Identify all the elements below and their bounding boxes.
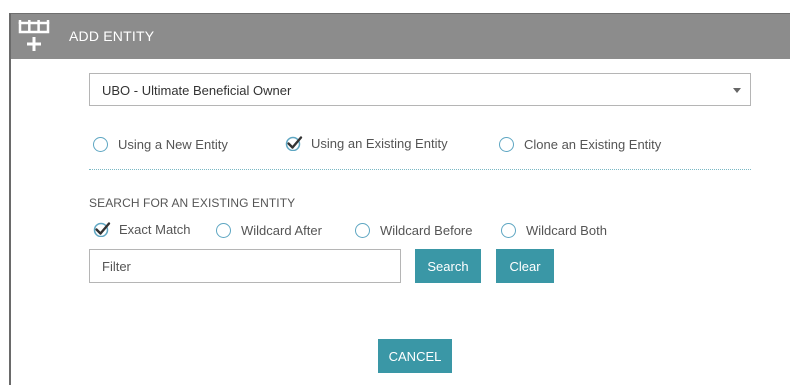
radio-wildcard-after[interactable]: Wildcard After	[216, 223, 322, 238]
radio-label: Wildcard Both	[526, 223, 607, 238]
radio-unchecked-icon	[355, 223, 370, 238]
add-entity-dialog: ADD ENTITY UBO - Ultimate Beneficial Own…	[9, 13, 790, 385]
radio-unchecked-icon	[501, 223, 516, 238]
radio-wildcard-before[interactable]: Wildcard Before	[355, 223, 472, 238]
radio-checked-icon	[285, 136, 303, 151]
radio-clone-entity[interactable]: Clone an Existing Entity	[499, 137, 661, 152]
radio-checked-icon	[93, 222, 111, 237]
radio-label: Clone an Existing Entity	[524, 137, 662, 152]
radio-label: Wildcard Before	[380, 223, 473, 238]
filter-input[interactable]	[89, 249, 401, 283]
entity-type-value: UBO - Ultimate Beneficial Owner	[102, 83, 292, 98]
radio-label: Wildcard After	[241, 223, 322, 238]
radio-existing-entity[interactable]: Using an Existing Entity	[285, 135, 448, 151]
dialog-header: ADD ENTITY	[11, 13, 790, 59]
entity-type-select[interactable]: UBO - Ultimate Beneficial Owner	[89, 73, 751, 106]
cancel-button[interactable]: CANCEL	[378, 339, 452, 373]
add-entity-icon	[17, 18, 51, 54]
radio-unchecked-icon	[499, 137, 514, 152]
radio-wildcard-both[interactable]: Wildcard Both	[501, 223, 607, 238]
radio-label: Exact Match	[119, 221, 191, 237]
radio-label: Using a New Entity	[118, 137, 228, 152]
clear-button[interactable]: Clear	[496, 249, 554, 283]
section-divider	[89, 169, 751, 170]
radio-new-entity[interactable]: Using a New Entity	[93, 137, 228, 152]
radio-label: Using an Existing Entity	[311, 135, 448, 151]
search-button[interactable]: Search	[415, 249, 481, 283]
search-section-heading: SEARCH FOR AN EXISTING ENTITY	[89, 196, 296, 210]
radio-unchecked-icon	[93, 137, 108, 152]
radio-exact-match[interactable]: Exact Match	[93, 221, 191, 237]
dialog-title: ADD ENTITY	[69, 28, 155, 44]
chevron-down-icon	[733, 88, 741, 93]
radio-unchecked-icon	[216, 223, 231, 238]
